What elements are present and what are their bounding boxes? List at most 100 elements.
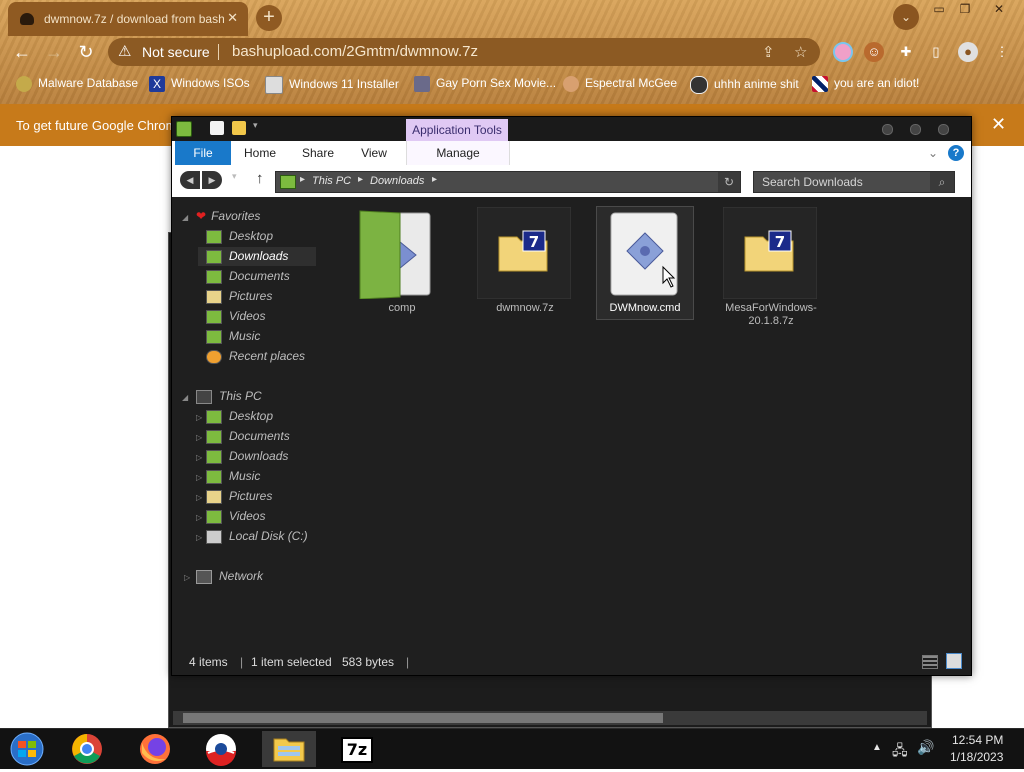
share-icon[interactable]: ⇪ [762, 43, 775, 61]
recent-locations-icon[interactable]: ▾ [232, 171, 237, 182]
obama-logo-icon[interactable] [194, 731, 248, 767]
minimize-button[interactable] [882, 124, 893, 135]
tab-home[interactable]: Home [238, 141, 282, 165]
minimize-button[interactable]: ▭ [928, 0, 950, 18]
address-bar[interactable]: ⚠ Not secure bashupload.com/2Gmtm/dwmnow… [108, 38, 820, 66]
nav-pc-local-disk[interactable]: Local Disk (C:) [206, 529, 308, 544]
search-input[interactable] [754, 172, 932, 192]
nav-fav-downloads[interactable]: Downloads [198, 247, 316, 266]
expand-icon[interactable]: ▷ [196, 453, 202, 462]
help-icon[interactable]: ? [948, 145, 964, 161]
url-text[interactable]: bashupload.com/2Gmtm/dwmnow.7z [232, 43, 478, 60]
bookmark-malware-database[interactable]: Malware Database [16, 76, 138, 94]
search-box[interactable]: ⌕ [753, 171, 955, 193]
chrome-icon[interactable] [60, 731, 114, 767]
chrome-menu-icon[interactable]: ⋮ [992, 42, 1012, 62]
tab-view[interactable]: View [352, 141, 396, 165]
expand-icon[interactable]: ▷ [196, 533, 202, 542]
breadcrumb-downloads[interactable]: Downloads [370, 175, 424, 187]
back-button[interactable]: ← [10, 40, 34, 64]
expand-icon[interactable]: ▷ [196, 413, 202, 422]
back-button[interactable]: ◀ [180, 171, 200, 189]
tab-close-icon[interactable]: ✕ [227, 10, 238, 26]
bookmark-espectral-mcgee[interactable]: Espectral McGee [563, 76, 677, 94]
reload-button[interactable]: ↻ [74, 40, 98, 64]
nav-fav-pictures[interactable]: Pictures [206, 289, 272, 304]
clock-date[interactable]: 1/18/2023 [950, 750, 1003, 764]
show-hidden-icons-icon[interactable]: ▲ [872, 742, 882, 753]
expand-icon[interactable]: ▷ [196, 493, 202, 502]
collapse-favorites-icon[interactable]: ◢ [182, 213, 188, 222]
browser-tab[interactable]: dwmnow.7z / download from bash ✕ [8, 2, 248, 36]
extensions-puzzle-icon[interactable]: ✚ [896, 42, 916, 62]
7zip-icon[interactable]: 7z [328, 731, 382, 767]
nav-this-pc[interactable]: This PC [196, 389, 262, 404]
side-panel-icon[interactable]: ▯ [926, 42, 946, 62]
trans-flag-extension-icon[interactable] [833, 42, 853, 62]
expand-icon[interactable]: ▷ [196, 433, 202, 442]
security-label[interactable]: Not secure [142, 44, 210, 60]
expand-ribbon-icon[interactable]: ⌄ [928, 146, 938, 160]
nav-fav-music[interactable]: Music [206, 329, 260, 344]
bookmark-movie-site[interactable]: Gay Porn Sex Movie... [414, 76, 556, 94]
tab-search-button[interactable]: ⌄ [893, 4, 919, 30]
window-close-button[interactable]: ✕ [988, 0, 1010, 18]
properties-icon[interactable] [210, 121, 224, 135]
nav-network[interactable]: Network [196, 569, 263, 584]
profile-avatar[interactable]: ● [958, 42, 978, 62]
expand-icon[interactable]: ▷ [196, 513, 202, 522]
warning-icon[interactable]: ⚠ [118, 42, 131, 60]
tab-share[interactable]: Share [294, 141, 342, 165]
expand-icon[interactable]: ▷ [196, 473, 202, 482]
file-item-dwmnow-7z[interactable]: 7 dwmnow.7z [477, 207, 573, 319]
file-explorer-icon[interactable] [262, 731, 316, 767]
infobar-close-icon[interactable]: ✕ [991, 114, 1006, 135]
tab-manage[interactable]: Manage [406, 141, 510, 165]
tab-file[interactable]: File [175, 141, 231, 165]
clock-time[interactable]: 12:54 PM [952, 733, 1003, 747]
bookmark-windows-isos[interactable]: X Windows ISOs [149, 76, 250, 94]
up-arrow-icon[interactable]: ↑ [256, 170, 264, 187]
forward-button[interactable]: ▶ [202, 171, 222, 189]
new-folder-icon[interactable] [232, 121, 246, 135]
horizontal-scrollbar[interactable] [173, 711, 927, 725]
large-icons-view-icon[interactable] [946, 653, 962, 669]
volume-icon[interactable]: 🔊 [917, 739, 934, 756]
restore-button[interactable]: ❐ [954, 0, 976, 18]
expand-icon[interactable]: ▷ [184, 573, 190, 582]
forward-button[interactable]: → [42, 40, 66, 64]
nav-pc-downloads[interactable]: Downloads [206, 449, 288, 464]
nav-pc-music[interactable]: Music [206, 469, 260, 484]
new-tab-button[interactable]: + [256, 5, 282, 31]
refresh-icon[interactable]: ↻ [718, 172, 740, 192]
search-icon[interactable]: ⌕ [930, 172, 954, 192]
nav-fav-recent-places[interactable]: Recent places [206, 349, 305, 364]
breadcrumb-separator[interactable]: ▸ [300, 174, 305, 185]
nav-pc-videos[interactable]: Videos [206, 509, 265, 524]
start-orb-icon[interactable] [0, 731, 54, 767]
file-item-dwmnow-cmd[interactable]: DWMnow.cmd [596, 206, 694, 320]
explorer-app-icon[interactable] [176, 121, 192, 137]
breadcrumb-this-pc[interactable]: This PC [312, 175, 351, 187]
collapse-thispc-icon[interactable]: ◢ [182, 393, 188, 402]
qat-dropdown-icon[interactable]: ▾ [253, 120, 258, 131]
bookmark-anime[interactable]: uhhh anime shit [690, 76, 799, 94]
nav-fav-documents[interactable]: Documents [206, 269, 290, 284]
nav-favorites[interactable]: ❤ Favorites [196, 209, 260, 223]
maximize-button[interactable] [910, 124, 921, 135]
file-item-comp[interactable]: comp [354, 207, 450, 319]
bookmark-windows-11-installer[interactable]: Windows 11 Installer [265, 76, 399, 94]
file-item-mesa-7z[interactable]: 7 MesaForWindows-20.1.8.7z [723, 207, 819, 327]
bookmark-you-are-an-idiot[interactable]: you are an idiot! [812, 76, 919, 94]
network-tray-icon[interactable]: 🖧 [892, 740, 908, 764]
nav-fav-desktop[interactable]: Desktop [206, 229, 273, 244]
breadcrumb-separator[interactable]: ▸ [358, 174, 363, 185]
avatar-extension-icon[interactable]: ☺ [864, 42, 884, 62]
nav-fav-videos[interactable]: Videos [206, 309, 265, 324]
address-breadcrumb[interactable]: ▸ This PC ▸ Downloads ▸ ↻ [275, 171, 741, 193]
close-button[interactable] [938, 124, 949, 135]
nav-pc-desktop[interactable]: Desktop [206, 409, 273, 424]
details-view-icon[interactable] [922, 655, 938, 669]
firefox-icon[interactable] [128, 731, 182, 767]
breadcrumb-separator[interactable]: ▸ [432, 174, 437, 185]
